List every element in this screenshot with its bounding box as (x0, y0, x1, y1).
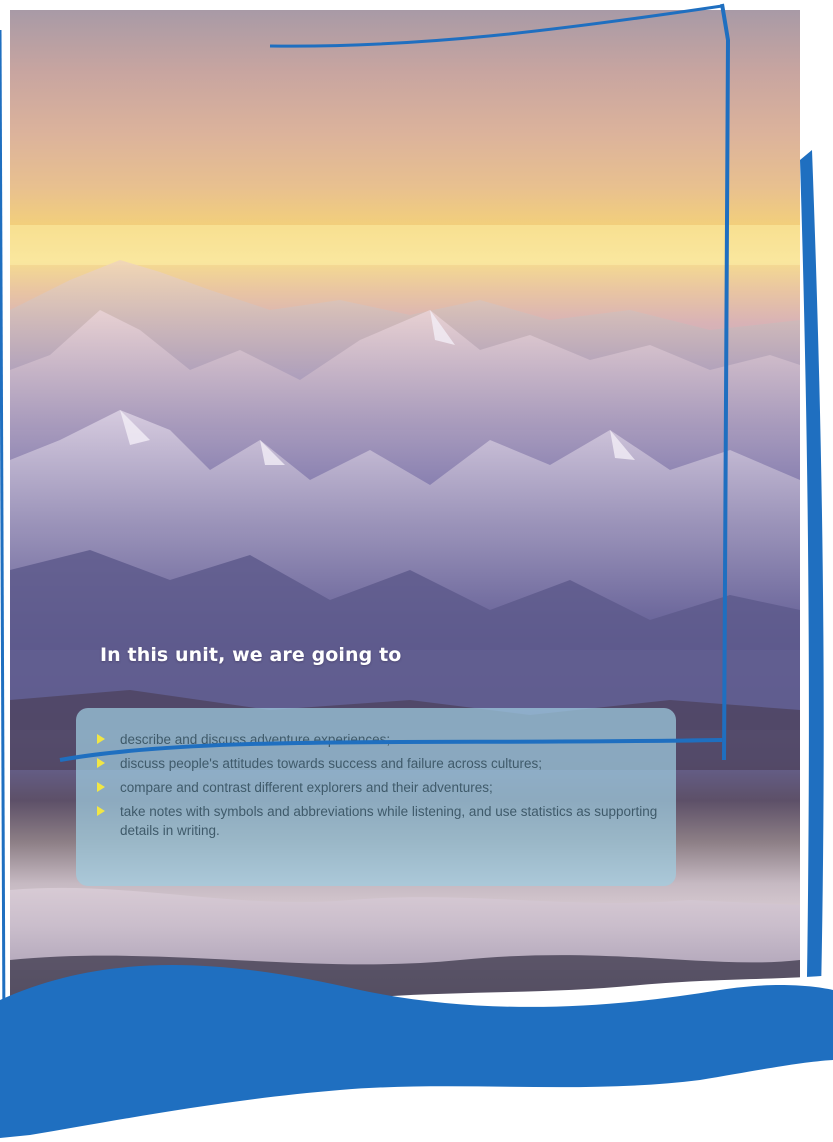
blue-frame-border (0, 3, 833, 1142)
